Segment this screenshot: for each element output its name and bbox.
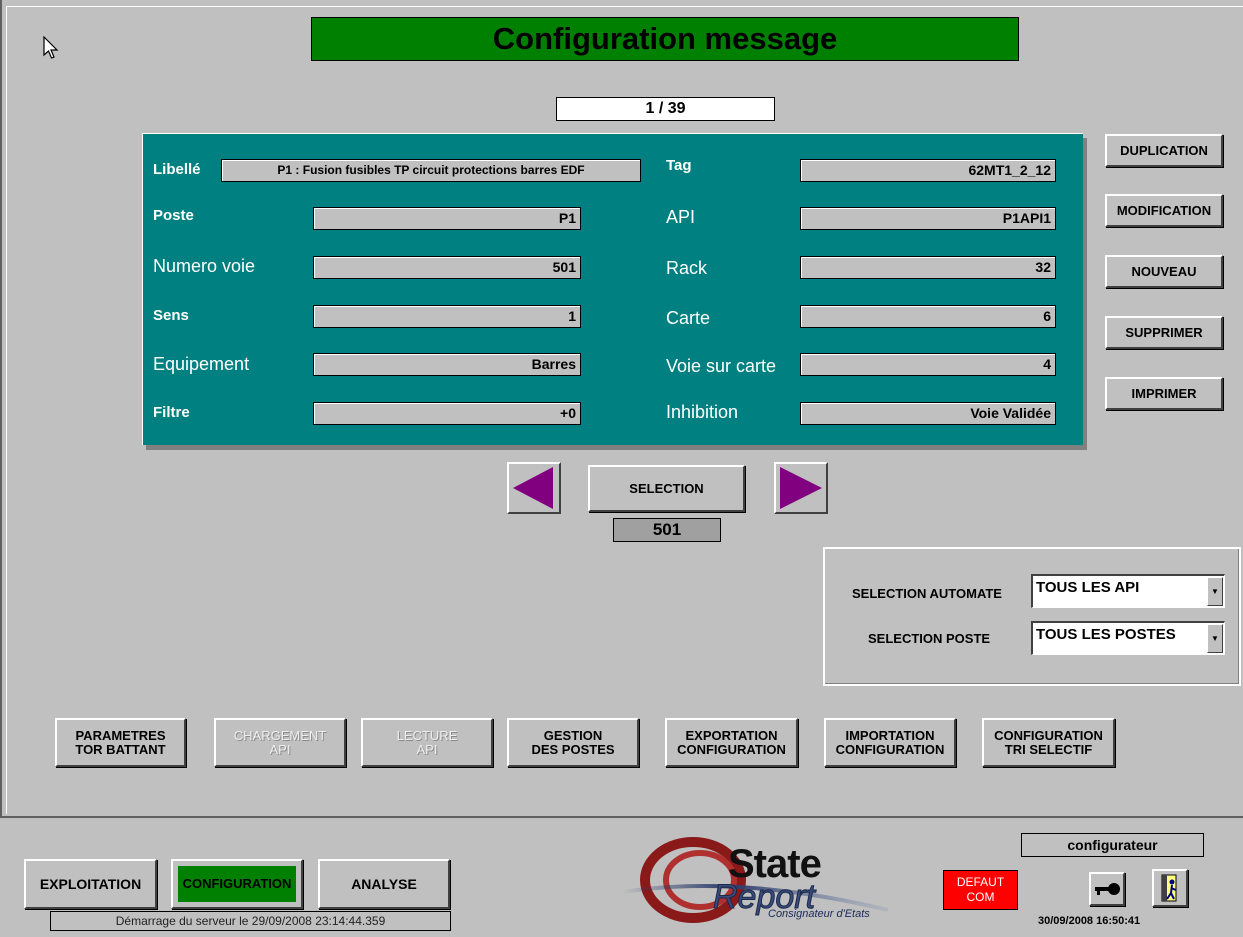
api-field[interactable]: P1API1 — [800, 207, 1056, 230]
modification-button[interactable]: MODIFICATION — [1105, 194, 1223, 227]
selection-value: 501 — [613, 518, 721, 542]
automate-select-value: TOUS LES API — [1036, 579, 1140, 596]
message-details-panel: Libellé P1 : Fusion fusibles TP circuit … — [142, 133, 1083, 445]
button-line: EXPORTATION — [685, 727, 778, 743]
button-line: GESTION — [543, 727, 603, 743]
configuration-button-label: CONFIGURATION — [178, 866, 296, 902]
server-status: Démarrage du serveur le 29/09/2008 23:14… — [50, 911, 451, 931]
poste-select[interactable]: TOUS LES POSTES ▼ — [1031, 621, 1225, 655]
duplication-button[interactable]: DUPLICATION — [1105, 134, 1223, 167]
previous-button[interactable] — [507, 462, 561, 514]
button-line: CONFIGURATION — [677, 741, 786, 757]
button-line: CONFIGURATION — [835, 741, 945, 757]
libelle-field[interactable]: P1 : Fusion fusibles TP circuit protecti… — [221, 159, 641, 182]
selection-poste-label: SELECTION POSTE — [868, 631, 991, 646]
supprimer-button[interactable]: SUPPRIMER — [1105, 316, 1223, 349]
selection-button[interactable]: SELECTION — [588, 465, 745, 512]
rack-label: Rack — [666, 258, 708, 278]
carte-field[interactable]: 6 — [800, 305, 1056, 328]
api-label: API — [666, 207, 696, 227]
next-button[interactable] — [774, 462, 828, 514]
poste-select-value: TOUS LES POSTES — [1036, 626, 1176, 643]
poste-field[interactable]: P1 — [313, 207, 581, 230]
state-report-logo: State Report Consignateur d'Etats — [618, 822, 908, 927]
alarm-line: COM — [966, 890, 995, 904]
arrow-left-icon — [513, 467, 553, 509]
filtre-label: Filtre — [153, 404, 190, 421]
filter-panel: SELECTION AUTOMATE TOUS LES API ▼ SELECT… — [823, 547, 1241, 686]
poste-label: Poste — [153, 207, 194, 224]
button-line: LECTURE — [396, 727, 458, 743]
chevron-down-icon[interactable]: ▼ — [1207, 577, 1223, 606]
button-line: CONFIGURATION — [994, 727, 1103, 743]
lecture-api-button[interactable]: LECTURE API — [361, 718, 493, 767]
alarm-line: DEFAUT — [956, 875, 1005, 889]
button-line: TOR BATTANT — [75, 741, 166, 757]
numero-voie-label: Numero voie — [153, 256, 256, 276]
current-user: configurateur — [1021, 833, 1204, 857]
sens-label: Sens — [153, 307, 189, 324]
chargement-api-button[interactable]: CHARGEMENT API — [214, 718, 346, 767]
datetime: 30/09/2008 16:50:41 — [1038, 915, 1141, 927]
button-line: CHARGEMENT — [233, 727, 327, 743]
tag-field[interactable]: 62MT1_2_12 — [800, 159, 1056, 182]
exit-door-icon — [1161, 874, 1177, 902]
record-counter: 1 / 39 — [556, 97, 775, 121]
voie-sur-carte-field[interactable]: 4 — [800, 353, 1056, 376]
button-line: TRI SELECTIF — [1004, 741, 1093, 757]
exit-button[interactable] — [1152, 869, 1188, 907]
rack-field[interactable]: 32 — [800, 256, 1056, 279]
exploitation-button[interactable]: EXPLOITATION — [24, 859, 157, 909]
analyse-button[interactable]: ANALYSE — [318, 859, 450, 909]
nouveau-button[interactable]: NOUVEAU — [1105, 255, 1223, 288]
importation-configuration-button[interactable]: IMPORTATION CONFIGURATION — [824, 718, 956, 767]
imprimer-button[interactable]: IMPRIMER — [1105, 377, 1223, 410]
inhibition-label: Inhibition — [666, 402, 739, 422]
button-line: IMPORTATION — [845, 727, 935, 743]
voie-sur-carte-label: Voie sur carte — [666, 356, 777, 376]
button-line: DES POSTES — [531, 741, 615, 757]
button-line: PARAMETRES — [75, 727, 166, 743]
carte-label: Carte — [666, 308, 711, 328]
defaut-com-alarm[interactable]: DEFAUT COM — [943, 870, 1018, 910]
key-icon — [1095, 883, 1120, 895]
sens-field[interactable]: 1 — [313, 305, 581, 328]
button-line: API — [416, 741, 438, 757]
tag-label: Tag — [666, 157, 692, 174]
equipement-field[interactable]: Barres — [313, 353, 581, 376]
filtre-field[interactable]: +0 — [313, 402, 581, 425]
login-key-button[interactable] — [1089, 872, 1125, 906]
inhibition-field[interactable]: Voie Validée — [800, 402, 1056, 425]
equipement-label: Equipement — [153, 354, 250, 374]
libelle-label: Libellé — [153, 161, 201, 178]
automate-select[interactable]: TOUS LES API ▼ — [1031, 574, 1225, 608]
mouse-pointer-icon — [43, 36, 59, 59]
configuration-tri-selectif-button[interactable]: CONFIGURATION TRI SELECTIF — [982, 718, 1115, 767]
logo-tagline: Consignateur d'Etats — [768, 908, 870, 920]
parametres-tor-battant-button[interactable]: PARAMETRES TOR BATTANT — [55, 718, 186, 767]
arrow-right-icon — [780, 467, 822, 509]
page-title: Configuration message — [311, 17, 1019, 61]
numero-voie-field[interactable]: 501 — [313, 256, 581, 279]
exportation-configuration-button[interactable]: EXPORTATION CONFIGURATION — [665, 718, 798, 767]
configuration-button[interactable]: CONFIGURATION — [171, 859, 303, 909]
button-line: API — [269, 741, 291, 757]
chevron-down-icon[interactable]: ▼ — [1207, 624, 1223, 653]
selection-automate-label: SELECTION AUTOMATE — [852, 586, 1002, 601]
gestion-des-postes-button[interactable]: GESTION DES POSTES — [507, 718, 639, 767]
